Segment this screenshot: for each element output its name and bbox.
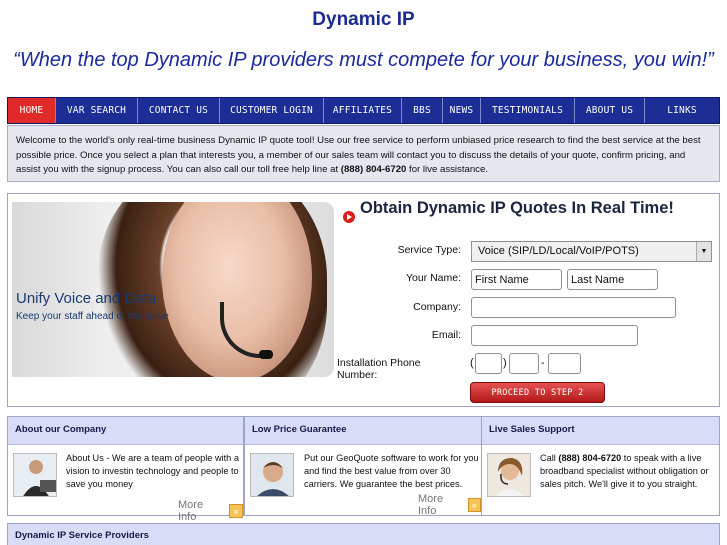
low-price-more-info-link[interactable]: More Info » bbox=[418, 493, 481, 517]
last-name-input[interactable] bbox=[567, 269, 658, 290]
phone-label: Installation Phone Number: bbox=[337, 357, 421, 381]
welcome-text-end: for live assistance. bbox=[406, 164, 488, 175]
low-price-text: Put our GeoQuote software to work for yo… bbox=[304, 453, 479, 490]
site-title: Dynamic IP bbox=[312, 9, 415, 30]
man-portrait-icon bbox=[250, 453, 294, 497]
nav-contact-us[interactable]: CONTACT US bbox=[138, 98, 220, 123]
double-arrow-icon: » bbox=[467, 498, 481, 512]
providers-heading: Dynamic IP Service Providers bbox=[7, 523, 720, 545]
nav-customer-login[interactable]: CUSTOMER LOGIN bbox=[220, 98, 324, 123]
quote-heading: Obtain Dynamic IP Quotes In Real Time! bbox=[360, 199, 674, 217]
about-more-info-link[interactable]: More Info » bbox=[178, 499, 243, 523]
low-price-more-info-label: More Info bbox=[418, 493, 444, 517]
nav-testimonials[interactable]: TESTIMONIALS bbox=[481, 98, 575, 123]
phone-dash: - bbox=[541, 357, 545, 369]
hero-subtitle: Keep your staff ahead of the curve bbox=[16, 311, 169, 322]
live-support-text: Call (888) 804-6720 to speak with a live… bbox=[540, 452, 718, 492]
hero-title: Unify Voice and Data bbox=[16, 290, 157, 307]
company-input[interactable] bbox=[471, 297, 676, 318]
email-input[interactable] bbox=[471, 325, 638, 346]
quote-panel: Unify Voice and Data Keep your staff ahe… bbox=[7, 193, 720, 407]
nav-var-search[interactable]: VAR SEARCH bbox=[56, 98, 138, 123]
microphone-icon bbox=[259, 350, 273, 359]
about-company-text: About Us - We are a team of people with … bbox=[66, 453, 239, 490]
service-type-select[interactable]: Voice (SIP/LD/Local/VoIP/POTS) ▼ bbox=[471, 241, 712, 262]
name-label: Your Name: bbox=[405, 272, 461, 284]
play-arrow-icon bbox=[343, 211, 355, 223]
main-navbar: HOME VAR SEARCH CONTACT US CUSTOMER LOGI… bbox=[7, 97, 720, 124]
live-support-phone: (888) 804-6720 bbox=[558, 453, 622, 463]
proceed-step-2-button[interactable]: PROCEED TO STEP 2 bbox=[470, 382, 605, 403]
about-company-panel: About our Company About Us - We are a te… bbox=[7, 416, 244, 523]
low-price-panel: Low Price Guarantee Put our GeoQuote sof… bbox=[244, 416, 482, 517]
phone-area-code-input[interactable] bbox=[475, 353, 502, 374]
double-arrow-icon: » bbox=[229, 504, 243, 518]
service-type-label: Service Type: bbox=[397, 244, 461, 256]
phone-open-paren: ( bbox=[470, 357, 474, 369]
welcome-message: Welcome to the world's only real-time bu… bbox=[7, 125, 720, 182]
live-support-heading: Live Sales Support bbox=[482, 417, 719, 445]
nav-home[interactable]: HOME bbox=[8, 98, 56, 123]
email-label: Email: bbox=[431, 329, 461, 341]
phone-close-paren: ) bbox=[503, 357, 507, 369]
person-at-computer-icon bbox=[13, 453, 57, 497]
first-name-input[interactable] bbox=[471, 269, 562, 290]
chevron-down-icon[interactable]: ▼ bbox=[696, 242, 711, 261]
hero-image: Unify Voice and Data Keep your staff ahe… bbox=[12, 202, 334, 377]
welcome-phone: (888) 804-6720 bbox=[340, 164, 407, 175]
service-type-value: Voice (SIP/LD/Local/VoIP/POTS) bbox=[478, 245, 639, 257]
about-more-info-label: More Info bbox=[178, 499, 204, 523]
low-price-heading: Low Price Guarantee bbox=[245, 417, 481, 445]
live-support-panel: Live Sales Support Call (888) 804-6720 t… bbox=[481, 416, 720, 516]
phone-line-input[interactable] bbox=[548, 353, 581, 374]
company-label: Company: bbox=[413, 301, 461, 313]
live-support-text-start: Call bbox=[540, 453, 559, 463]
nav-about-us[interactable]: ABOUT US bbox=[575, 98, 645, 123]
support-agent-icon bbox=[487, 453, 531, 497]
tagline: “When the top Dynamic IP providers must … bbox=[13, 49, 714, 71]
nav-news[interactable]: NEWS bbox=[443, 98, 481, 123]
nav-links[interactable]: LINKS bbox=[645, 98, 719, 123]
nav-affiliates[interactable]: AFFILIATES bbox=[324, 98, 402, 123]
nav-bbs[interactable]: BBS bbox=[402, 98, 443, 123]
phone-prefix-input[interactable] bbox=[509, 353, 539, 374]
about-company-heading: About our Company bbox=[8, 417, 243, 445]
